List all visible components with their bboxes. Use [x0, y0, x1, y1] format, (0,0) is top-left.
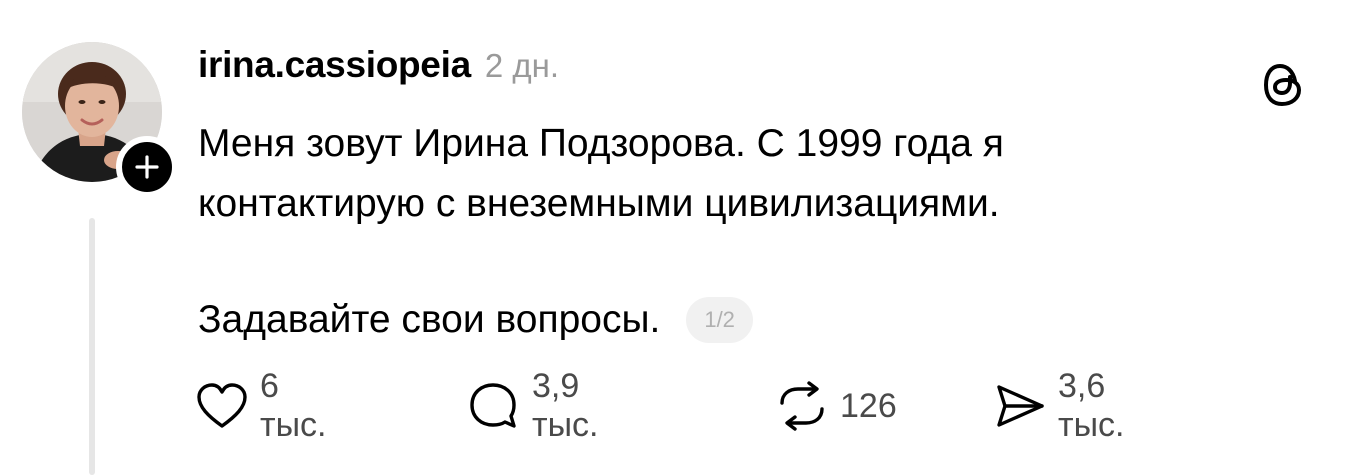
post-text-line-1: Меня зовут Ирина Подзорова. С 1999 года …	[198, 122, 1004, 165]
send-icon	[994, 382, 1046, 430]
post-text-line-2: контактирую с внеземными цивилизациями.	[198, 182, 1000, 225]
heart-icon	[196, 382, 248, 430]
avatar-container	[22, 42, 178, 198]
repost-arrows-icon	[776, 381, 828, 431]
post-body: Меня зовут Ирина Подзорова. С 1999 года …	[198, 114, 1298, 350]
plus-icon	[135, 155, 159, 179]
post-text-paragraph-1: Меня зовут Ирина Подзорова. С 1999 года …	[198, 114, 1298, 234]
threads-logo-icon[interactable]	[1262, 62, 1304, 108]
post-header: irina.cassiopeia 2 дн.	[198, 44, 559, 94]
page-indicator-badge: 1/2	[686, 297, 753, 343]
share-count: 3,6 тыс.	[1058, 367, 1125, 444]
post-timestamp: 2 дн.	[484, 47, 560, 84]
share-button[interactable]: 3,6 тыс.	[994, 367, 1124, 444]
repost-count: 126	[840, 386, 897, 425]
thread-connector-line	[89, 218, 95, 475]
post-text-paragraph-2: Задавайте свои вопросы. 1/2	[198, 290, 1298, 350]
username[interactable]: irina.cassiopeia	[198, 44, 471, 86]
follow-button[interactable]	[116, 136, 178, 198]
like-count: 6 тыс.	[260, 367, 327, 444]
like-button[interactable]: 6 тыс.	[196, 367, 326, 444]
thread-post: irina.cassiopeia 2 дн. Меня зовут Ирина …	[0, 0, 1353, 475]
comment-bubble-icon	[468, 381, 520, 431]
repost-button[interactable]: 126	[776, 378, 897, 434]
reply-count: 3,9 тыс.	[532, 367, 599, 444]
post-text-line-3: Задавайте свои вопросы.	[198, 298, 661, 341]
reply-button[interactable]: 3,9 тыс.	[468, 367, 598, 444]
